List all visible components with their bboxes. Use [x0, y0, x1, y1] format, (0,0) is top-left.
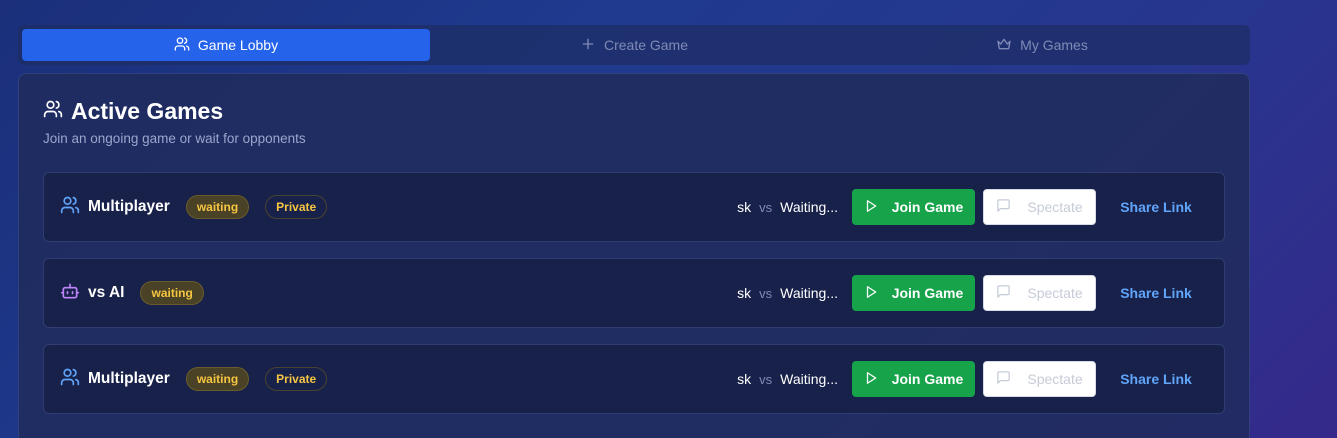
join-game-button[interactable]: Join Game — [852, 361, 975, 397]
players: sk vs Waiting... — [737, 199, 838, 215]
status-badge: waiting — [185, 195, 250, 219]
panel-subtitle: Join an ongoing game or wait for opponen… — [43, 131, 306, 146]
panel-title: Active Games — [71, 98, 224, 124]
game-mode: vs AI — [88, 284, 125, 301]
spectate-label: Spectate — [1027, 371, 1083, 387]
join-game-label: Join Game — [891, 371, 964, 387]
share-link-button[interactable]: Share Link — [1104, 361, 1208, 397]
game-row: Multiplayer waiting Private sk vs Waitin… — [43, 344, 1225, 414]
spectate-button[interactable]: Spectate — [983, 361, 1096, 397]
status-badge: waiting — [185, 367, 250, 391]
status-badge: waiting — [140, 281, 204, 305]
join-game-button[interactable]: Join Game — [852, 189, 975, 225]
game-row: vs AI waiting sk vs Waiting... Join Game… — [43, 258, 1225, 328]
tab-label: Create Game — [603, 37, 689, 53]
bot-icon — [60, 281, 80, 306]
play-icon — [864, 371, 878, 388]
panel-header: Active Games — [43, 98, 223, 125]
player-two: Waiting... — [780, 285, 838, 301]
play-icon — [864, 285, 878, 302]
spectate-label: Spectate — [1027, 285, 1083, 301]
player-one: sk — [737, 285, 752, 301]
tab-bar: Game Lobby Create Game My Games — [18, 25, 1250, 65]
players: sk vs Waiting... — [737, 285, 838, 301]
users-icon — [60, 195, 80, 220]
spectate-button[interactable]: Spectate — [983, 275, 1096, 311]
player-two: Waiting... — [780, 199, 838, 215]
message-icon — [996, 284, 1011, 302]
message-icon — [996, 370, 1011, 388]
join-game-button[interactable]: Join Game — [852, 275, 975, 311]
plus-icon — [580, 36, 596, 55]
users-icon — [60, 367, 80, 392]
tab-label: My Games — [1020, 37, 1088, 53]
active-games-panel: Active Games Join an ongoing game or wai… — [18, 73, 1250, 438]
game-row: Multiplayer waiting Private sk vs Waitin… — [43, 172, 1225, 242]
private-badge: Private — [265, 195, 328, 219]
private-badge: Private — [265, 367, 328, 391]
spectate-label: Spectate — [1027, 199, 1083, 215]
game-mode: Multiplayer — [88, 370, 170, 387]
join-game-label: Join Game — [891, 285, 964, 301]
players: sk vs Waiting... — [737, 371, 838, 387]
tab-game-lobby[interactable]: Game Lobby — [22, 29, 430, 61]
share-link-button[interactable]: Share Link — [1104, 189, 1208, 225]
vs-label: vs — [759, 371, 773, 387]
share-link-button[interactable]: Share Link — [1104, 275, 1208, 311]
game-mode: Multiplayer — [88, 198, 170, 215]
player-one: sk — [737, 371, 752, 387]
player-one: sk — [737, 199, 752, 215]
users-icon — [43, 99, 63, 124]
tab-label: Game Lobby — [197, 37, 279, 53]
player-two: Waiting... — [780, 371, 838, 387]
tab-my-games[interactable]: My Games — [838, 29, 1246, 61]
spectate-button[interactable]: Spectate — [983, 189, 1096, 225]
crown-icon — [996, 36, 1012, 55]
message-icon — [996, 198, 1011, 216]
vs-label: vs — [759, 285, 773, 301]
play-icon — [864, 199, 878, 216]
vs-label: vs — [759, 199, 773, 215]
tab-create-game[interactable]: Create Game — [430, 29, 838, 61]
join-game-label: Join Game — [891, 199, 964, 215]
users-icon — [174, 36, 190, 55]
